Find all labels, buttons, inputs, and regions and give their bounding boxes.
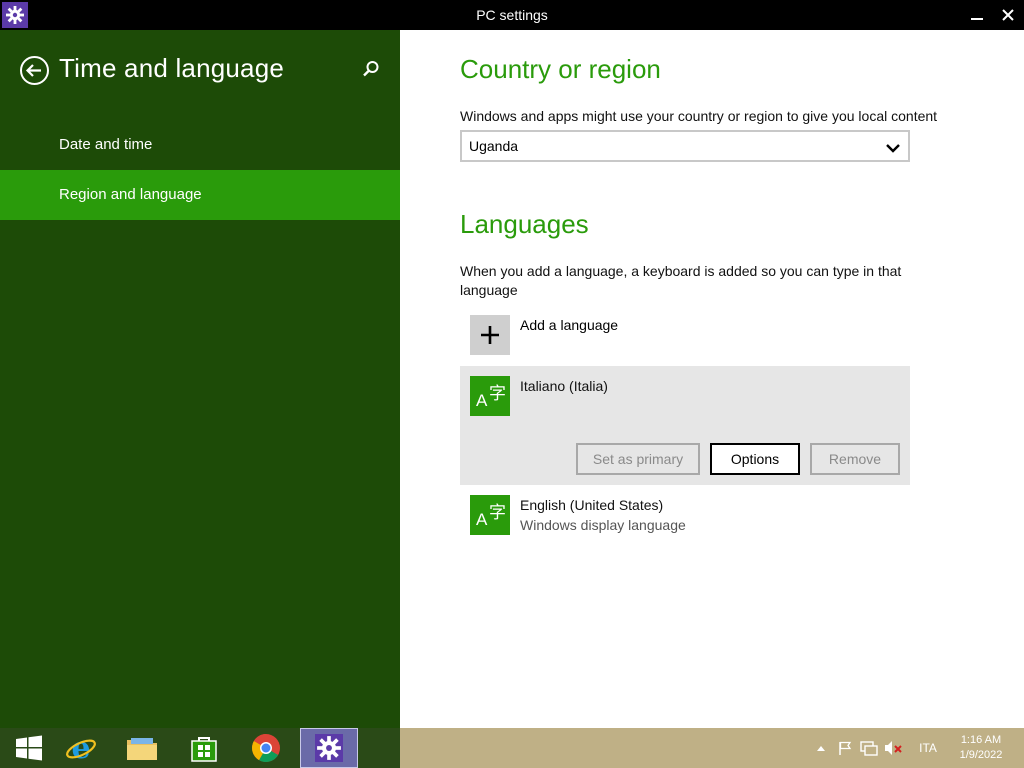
clock[interactable]: 1:16 AM 1/9/2022 xyxy=(948,728,1014,768)
chevron-down-icon xyxy=(884,138,902,156)
language-subtitle: Windows display language xyxy=(520,517,686,533)
internet-explorer-icon[interactable]: e xyxy=(52,728,110,768)
show-hidden-icons-icon[interactable] xyxy=(814,728,828,768)
country-description: Windows and apps might use your country … xyxy=(460,108,938,124)
page-title: Time and language xyxy=(59,53,285,83)
language-name[interactable]: English (United States) xyxy=(520,497,663,513)
taskbar: e ITA 1:16 AM 1/9/2022 xyxy=(0,728,1024,768)
languages-description: When you add a language, a keyboard is a… xyxy=(460,263,902,298)
pc-settings-icon[interactable] xyxy=(300,728,358,768)
minimize-icon[interactable] xyxy=(966,4,988,26)
chrome-icon[interactable] xyxy=(237,728,295,768)
language-name: Italiano (Italia) xyxy=(520,378,608,394)
language-icon: A字 xyxy=(470,495,510,535)
language-item-italiano[interactable]: A字 Italiano (Italia) Set as primary Opti… xyxy=(460,366,910,485)
add-language-button[interactable] xyxy=(470,315,510,355)
store-icon[interactable] xyxy=(175,728,233,768)
clock-time: 1:16 AM xyxy=(960,734,1002,746)
remove-button[interactable]: Remove xyxy=(810,443,900,475)
network-icon[interactable] xyxy=(860,728,878,768)
country-selected-value: Uganda xyxy=(469,138,519,154)
input-language-indicator[interactable]: ITA xyxy=(912,728,944,768)
left-pane: Time and language Date and time Region a… xyxy=(0,30,400,728)
file-explorer-icon[interactable] xyxy=(113,728,171,768)
sidebar-item-date-and-time[interactable]: Date and time xyxy=(0,120,400,170)
plus-icon xyxy=(481,326,499,344)
content-pane: Country or region Windows and apps might… xyxy=(400,30,1024,728)
country-section-title: Country or region xyxy=(460,54,661,84)
clock-date: 1/9/2022 xyxy=(959,749,1003,761)
window-title: PC settings xyxy=(476,7,548,23)
action-center-flag-icon[interactable] xyxy=(836,728,854,768)
options-button[interactable]: Options xyxy=(710,443,800,475)
svg-text:e: e xyxy=(71,732,90,764)
close-icon[interactable] xyxy=(997,4,1019,26)
volume-muted-icon[interactable] xyxy=(884,728,904,768)
sidebar-item-region-and-language[interactable]: Region and language xyxy=(0,170,400,220)
set-as-primary-button[interactable]: Set as primary xyxy=(576,443,700,475)
back-arrow-icon[interactable] xyxy=(19,55,50,86)
language-icon: A字 xyxy=(470,376,510,416)
add-language-label[interactable]: Add a language xyxy=(520,317,618,333)
windows-start-icon[interactable] xyxy=(0,728,58,768)
country-dropdown[interactable]: Uganda xyxy=(460,130,910,162)
title-bar: PC settings xyxy=(0,0,1024,30)
search-icon[interactable] xyxy=(360,58,382,80)
languages-section-title: Languages xyxy=(460,209,589,239)
